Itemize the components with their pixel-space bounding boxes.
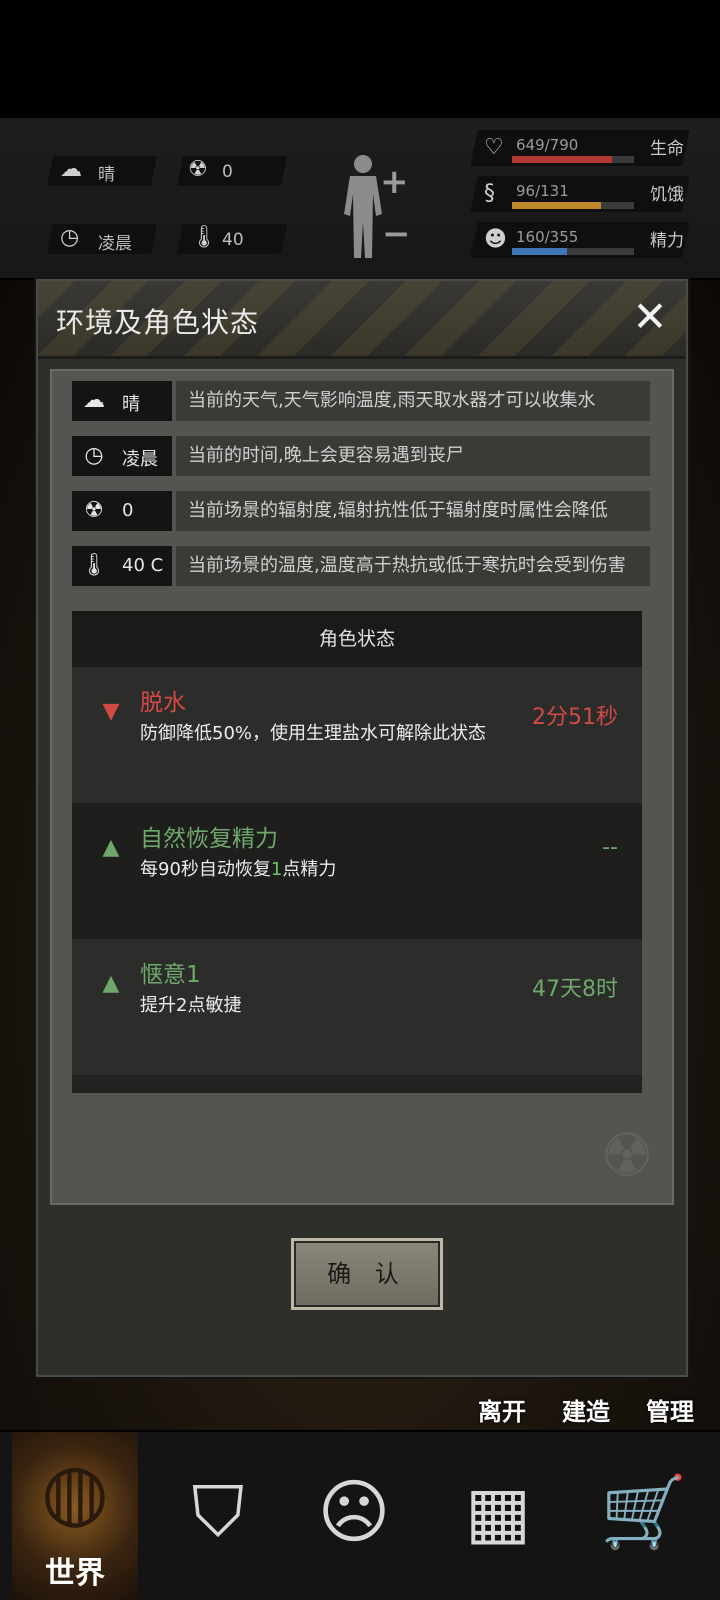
debuff-arrow-icon: ▼ bbox=[102, 699, 120, 724]
radiation-watermark-icon: ☢ bbox=[600, 1121, 654, 1191]
hunger-bar bbox=[512, 202, 602, 209]
radiation-icon: ☢ bbox=[188, 157, 208, 182]
nav-world[interactable]: ◍ 世界 bbox=[12, 1432, 138, 1600]
head-energy-icon: ☻ bbox=[484, 227, 507, 252]
status-time: -- bbox=[602, 835, 618, 860]
character-status-list: 角色状态 ▼ 脱水 防御降低50%，使用生理盐水可解除此状态 2分51秒 ▲ 自… bbox=[72, 611, 642, 1093]
status-modal: 环境及角色状态 ✕ ☁ 晴 当前的天气,天气影响温度,雨天取水器才可以收集水 ◷ 凌… bbox=[36, 279, 688, 1377]
hunger-value: 96/131 bbox=[516, 182, 569, 200]
minus-icon[interactable]: − bbox=[382, 214, 411, 254]
hud-temperature: 40 bbox=[222, 230, 244, 250]
status-row-dehydration[interactable]: ▼ 脱水 防御降低50%，使用生理盐水可解除此状态 2分51秒 bbox=[72, 667, 642, 803]
status-time: 47天8时 bbox=[532, 977, 618, 1002]
info-row-weather: ☁ 晴 当前的天气,天气影响温度,雨天取水器才可以收集水 bbox=[72, 381, 662, 421]
life-label: 生命 bbox=[650, 139, 684, 159]
thermometer-icon: 🌡 bbox=[190, 225, 218, 250]
close-icon[interactable]: ✕ bbox=[628, 295, 672, 339]
status-name: 脱水 bbox=[140, 690, 186, 716]
life-bar bbox=[512, 156, 613, 163]
status-desc: 提升2点敏捷 bbox=[140, 995, 242, 1016]
energy-bar bbox=[512, 248, 567, 255]
status-row-energy-regen[interactable]: ▲ 自然恢复精力 每90秒自动恢复1点精力 -- bbox=[72, 803, 642, 939]
clock-icon: ◷ bbox=[84, 443, 104, 468]
stomach-icon: § bbox=[484, 181, 495, 206]
nav-radio[interactable]: ▦ bbox=[428, 1432, 568, 1600]
head-gears-icon: ☹ bbox=[317, 1471, 391, 1553]
status-header: 角色状态 bbox=[72, 611, 642, 667]
hud-radiation: 0 bbox=[222, 162, 233, 182]
status-desc: 防御降低50%，使用生理盐水可解除此状态 bbox=[140, 723, 487, 744]
top-hud: ☁ 晴 ☢ 0 ◷ 凌晨 🌡 40 + − ♡ 649/790 生命 § 96/… bbox=[0, 118, 720, 278]
nav-world-label: 世界 bbox=[45, 1556, 105, 1591]
hunger-label: 饥饿 bbox=[650, 185, 684, 205]
status-name: 自然恢复精力 bbox=[140, 826, 278, 852]
info-row-radiation: ☢ 0 当前场景的辐射度,辐射抗性低于辐射度时属性会降低 bbox=[72, 491, 662, 531]
energy-label: 精力 bbox=[650, 231, 684, 251]
walkie-talkie-icon: ▦ bbox=[464, 1471, 532, 1553]
plus-icon[interactable]: + bbox=[380, 162, 409, 202]
status-name: 惬意1 bbox=[140, 962, 201, 988]
manage-button[interactable]: 管理 bbox=[646, 1392, 694, 1427]
clock-icon: ◷ bbox=[60, 225, 80, 250]
backpack-icon: ⛉ bbox=[191, 1471, 245, 1553]
info-desc: 当前的时间,晚上会更容易遇到丧尸 bbox=[176, 436, 650, 476]
build-button[interactable]: 建造 bbox=[562, 1392, 610, 1427]
energy-value: 160/355 bbox=[516, 228, 579, 246]
thermometer-icon: 🌡 bbox=[80, 553, 108, 578]
nav-backpack[interactable]: ⛉ bbox=[148, 1432, 288, 1600]
status-desc: 每90秒自动恢复1点精力 bbox=[140, 859, 337, 880]
modal-header: 环境及角色状态 ✕ bbox=[38, 281, 686, 359]
leave-button[interactable]: 离开 bbox=[478, 1392, 526, 1427]
weather-icon: ☁ bbox=[60, 157, 82, 182]
hud-weather: 晴 bbox=[98, 165, 115, 185]
globe-icon: ◍ bbox=[40, 1447, 110, 1537]
status-time: 2分51秒 bbox=[532, 705, 618, 730]
buff-arrow-icon: ▲ bbox=[102, 971, 120, 996]
modal-content-panel: ☁ 晴 当前的天气,天气影响温度,雨天取水器才可以收集水 ◷ 凌晨 当前的时间,晚上… bbox=[50, 369, 674, 1205]
hud-time: 凌晨 bbox=[98, 234, 132, 254]
shopping-cart-icon: 🛒 bbox=[600, 1471, 688, 1553]
bottom-nav: ◍ 世界 ⛉ ☹ ▦ 🛒 bbox=[0, 1432, 720, 1600]
life-value: 649/790 bbox=[516, 136, 579, 154]
info-desc: 当前的天气,天气影响温度,雨天取水器才可以收集水 bbox=[176, 381, 650, 421]
radiation-icon: ☢ bbox=[84, 498, 104, 523]
nav-shop[interactable]: 🛒 bbox=[574, 1432, 714, 1600]
nav-skills[interactable]: ☹ bbox=[284, 1432, 424, 1600]
info-desc: 当前场景的温度,温度高于热抗或低于寒抗时会受到伤害 bbox=[176, 546, 650, 586]
confirm-button[interactable]: 确 认 bbox=[291, 1238, 443, 1310]
info-row-time: ◷ 凌晨 当前的时间,晚上会更容易遇到丧尸 bbox=[72, 436, 662, 476]
modal-title: 环境及角色状态 bbox=[56, 306, 260, 339]
buff-arrow-icon: ▲ bbox=[102, 835, 120, 860]
info-row-temperature: 🌡 40 C 当前场景的温度,温度高于热抗或低于寒抗时会受到伤害 bbox=[72, 546, 662, 586]
heart-icon: ♡ bbox=[484, 135, 504, 160]
weather-icon: ☁ bbox=[83, 388, 105, 413]
status-row-comfort[interactable]: ▲ 惬意1 提升2点敏捷 47天8时 bbox=[72, 939, 642, 1075]
info-desc: 当前场景的辐射度,辐射抗性低于辐射度时属性会降低 bbox=[176, 491, 650, 531]
